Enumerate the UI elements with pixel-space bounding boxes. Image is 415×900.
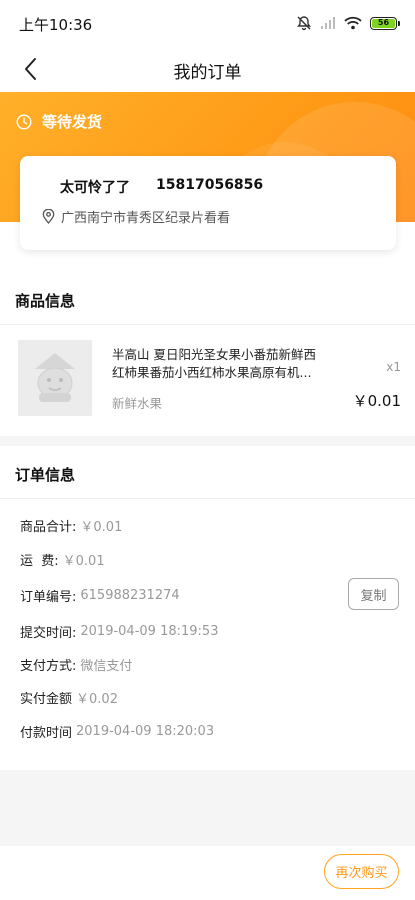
divider (0, 324, 415, 325)
info-value: 微信支付 (80, 659, 133, 674)
order-info-section: 订单信息 商品合计: ￥0.01 运 费: ￥0.01 订单编号: 615988… (0, 446, 415, 770)
info-label: 订单编号: (20, 590, 77, 605)
product-price: ￥0.01 (352, 392, 401, 410)
product-quantity: x1 (386, 360, 401, 374)
info-row-submit-time: 提交时间: 2019-04-09 18:19:53 (20, 622, 218, 641)
address-line: 广西南宁市青秀区纪录片看看 (42, 207, 230, 226)
recipient-phone: 15817056856 (156, 177, 264, 193)
recipient-name: 太可怜了了 (60, 180, 130, 196)
info-value: 2019-04-09 18:19:53 (80, 624, 219, 639)
page-title: 我的订单 (173, 63, 242, 83)
info-label: 支付方式: (20, 659, 77, 674)
info-label: 提交时间: (20, 626, 77, 641)
info-label: 实付金额 (20, 692, 73, 707)
goods-section: 商品信息 半高山 夏日阳光圣女果小番茄新鲜西红柿果番茄小西红柿水果高原有机...… (0, 274, 415, 436)
status-icons: 56 (296, 14, 400, 32)
product-name[interactable]: 半高山 夏日阳光圣女果小番茄新鲜西红柿果番茄小西红柿水果高原有机... (112, 346, 327, 382)
order-status-row: 等待发货 (16, 111, 102, 132)
status-time: 上午10:36 (19, 16, 93, 34)
signal-icon (320, 16, 336, 30)
buy-again-button[interactable]: 再次购买 (324, 854, 399, 889)
mute-icon (296, 15, 312, 31)
info-value: 2019-04-09 18:20:03 (76, 724, 215, 739)
info-row-payment-method: 支付方式: 微信支付 (20, 655, 132, 674)
info-value: ￥0.02 (76, 692, 118, 707)
order-info-title: 订单信息 (15, 466, 76, 484)
info-value: ￥0.01 (62, 554, 105, 569)
product-category: 新鲜水果 (112, 396, 163, 411)
info-label: 付款时间 (20, 726, 73, 741)
clock-icon (16, 113, 32, 130)
info-label: 商品合计: (20, 520, 77, 535)
info-value: ￥0.01 (80, 520, 123, 535)
address-card[interactable]: 太可怜了了 15817056856 广西南宁市青秀区纪录片看看 (20, 156, 396, 250)
divider (0, 498, 415, 499)
battery-icon: 56 (370, 16, 400, 30)
product-placeholder-icon (35, 353, 75, 402)
nav-bar: 我的订单 (0, 46, 415, 92)
copy-order-number-button[interactable]: 复制 (348, 578, 399, 610)
location-pin-icon (42, 209, 55, 224)
wifi-icon (344, 16, 362, 30)
info-row-subtotal: 商品合计: ￥0.01 (20, 516, 122, 535)
info-row-order-number: 订单编号: 615988231274 (20, 586, 180, 605)
info-row-payment-time: 付款时间 2019-04-09 18:20:03 (20, 722, 214, 741)
address-detail: 广西南宁市青秀区纪录片看看 (61, 211, 231, 226)
status-bar: 上午10:36 56 (0, 0, 415, 46)
info-row-paid-amount: 实付金额 ￥0.02 (20, 688, 118, 707)
goods-section-title: 商品信息 (15, 292, 76, 310)
info-value: 615988231274 (80, 588, 180, 603)
product-image[interactable] (18, 340, 92, 416)
order-status-text: 等待发货 (42, 113, 103, 131)
bottom-action-bar: 再次购买 (0, 846, 415, 900)
battery-level: 56 (372, 18, 395, 28)
info-row-shipping: 运 费: ￥0.01 (20, 550, 105, 569)
info-label: 运 费: (20, 554, 59, 569)
